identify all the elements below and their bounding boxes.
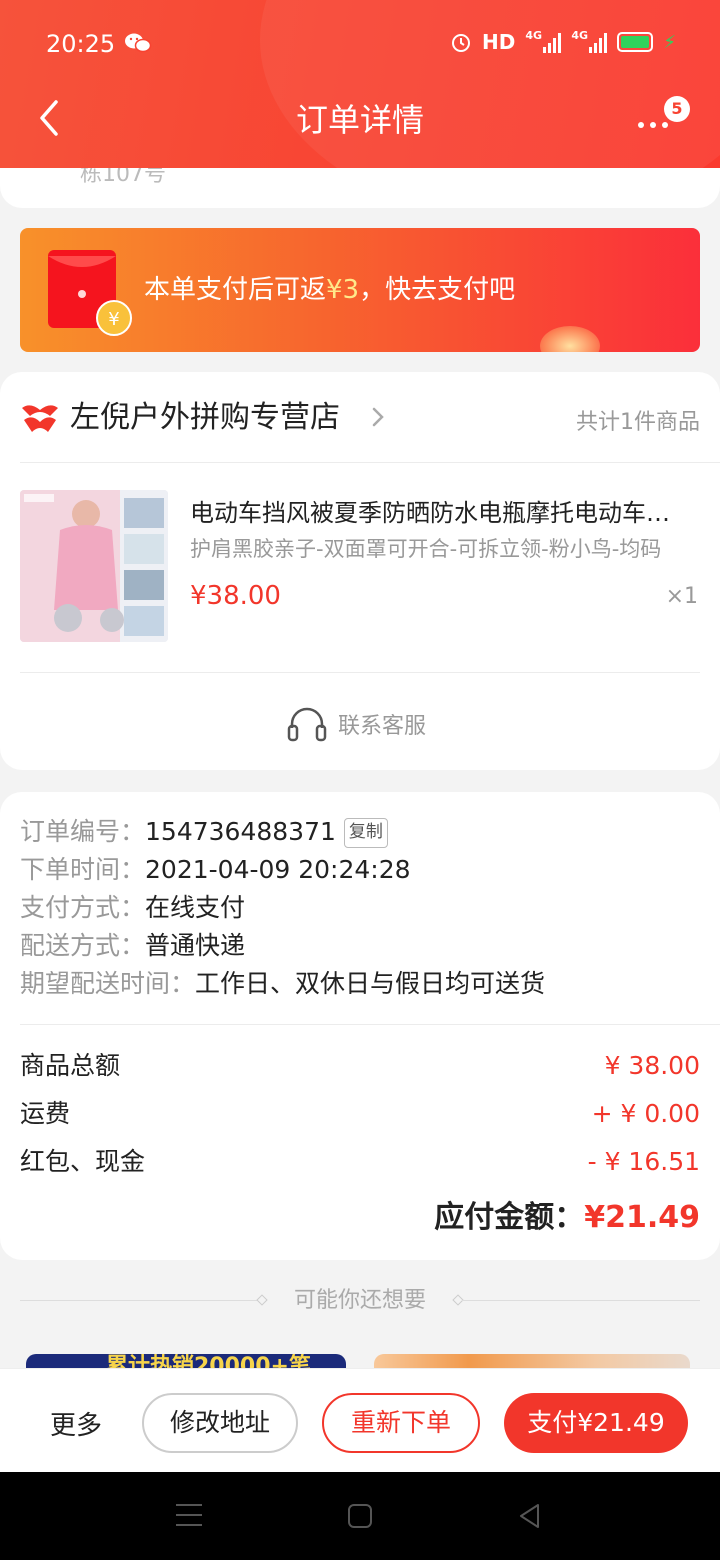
wechat-icon (125, 33, 152, 53)
payable-amount: ¥21.49 (584, 1200, 700, 1235)
reorder-button[interactable]: 重新下单 (322, 1393, 480, 1453)
divider (20, 672, 700, 673)
app-header: 20:25 HD 4G 4G ⚡ 订单详情 (0, 0, 720, 168)
order-number-row: 订单编号：154736488371 复制 (20, 814, 388, 850)
system-back-icon[interactable] (516, 1502, 544, 1530)
product-image[interactable] (20, 490, 168, 642)
alarm-icon (452, 34, 471, 52)
discount-amount: - ¥ 16.51 (587, 1147, 700, 1176)
recommend-title: 可能你还想要 (293, 1288, 426, 1313)
product-price: ¥38.00 (190, 581, 281, 611)
status-time: 20:25 (46, 30, 116, 58)
item-count: 共计1件商品 (576, 410, 700, 435)
store-name[interactable]: 左倪户外拼购专营店 (70, 396, 340, 440)
expected-delivery-row: 期望配送时间：工作日、双休日与假日均可送货 (20, 969, 546, 998)
contact-service-label: 联系客服 (338, 714, 427, 739)
payment-method: 在线支付 (145, 893, 246, 922)
bottom-action-bar: 更多 修改地址 重新下单 支付¥21.49 (0, 1368, 720, 1472)
signal-icon-2: 4G (571, 29, 608, 53)
order-info-card: 订单编号：154736488371 复制 下单时间：2021-04-09 20:2… (0, 792, 720, 1260)
status-bar: 20:25 HD 4G 4G ⚡ (0, 0, 720, 88)
expected-delivery: 工作日、双休日与假日均可送货 (195, 969, 546, 998)
svg-text:¥: ¥ (108, 309, 119, 330)
order-number: 154736488371 (145, 817, 336, 846)
headset-icon (287, 707, 327, 742)
delivery-method: 普通快递 (145, 931, 246, 960)
more-button[interactable]: 更多 (50, 1405, 102, 1442)
recent-apps-icon[interactable] (176, 1504, 202, 1528)
modify-address-button[interactable]: 修改地址 (142, 1393, 298, 1453)
cashback-banner[interactable]: ¥ 本单支付后可返¥3，快去支付吧 (20, 228, 700, 352)
hd-label: HD (482, 30, 516, 54)
payment-method-row: 支付方式：在线支付 (20, 893, 246, 922)
payable-total: 应付金额：¥21.49 (434, 1200, 700, 1235)
pay-button[interactable]: 支付¥21.49 (504, 1393, 688, 1453)
cashback-amount: ¥3 (326, 275, 360, 305)
notification-badge: 5 (664, 96, 690, 122)
copy-button[interactable]: 复制 (343, 818, 388, 848)
goods-total: ¥ 38.00 (604, 1051, 700, 1080)
cashback-message: 本单支付后可返¥3，快去支付吧 (144, 275, 516, 305)
recommend-divider: 可能你还想要 (0, 1286, 720, 1316)
contact-service-button[interactable]: 联系客服 (0, 682, 720, 762)
nav-bar: 订单详情 (0, 88, 720, 168)
product-title[interactable]: 电动车挡风被夏季防晒防水电瓶摩托电动车挡风被 (190, 496, 690, 530)
delivery-method-row: 配送方式：普通快递 (20, 931, 246, 960)
store-card: 左倪户外拼购专营店 共计1件商品 电动车挡风被夏季防晒防水电瓶摩托电动车挡风被 … (0, 372, 720, 770)
page-title: 订单详情 (295, 101, 424, 139)
product-quantity: ×1 (665, 584, 698, 609)
battery-icon (617, 32, 654, 52)
charging-icon: ⚡ (663, 31, 676, 53)
product-spec: 护肩黑胶亲子-双面罩可开合-可拆立领-粉小鸟-均码 (190, 537, 662, 561)
order-time-row: 下单时间：2021-04-09 20:24:28 (20, 855, 411, 884)
divider (20, 462, 720, 463)
chevron-right-icon[interactable] (370, 406, 386, 428)
signal-icon-1: 4G (525, 29, 562, 53)
shipping-fee: + ¥ 0.00 (591, 1099, 700, 1128)
store-logo-icon (22, 405, 58, 432)
system-nav-bar (0, 1472, 720, 1560)
divider (20, 1024, 720, 1025)
status-icons: HD 4G 4G ⚡ (450, 29, 676, 54)
home-icon[interactable] (348, 1504, 372, 1528)
order-time: 2021-04-09 20:24:28 (145, 855, 411, 884)
red-envelope-icon: ¥ (48, 250, 132, 336)
coin-decoration (540, 326, 600, 352)
